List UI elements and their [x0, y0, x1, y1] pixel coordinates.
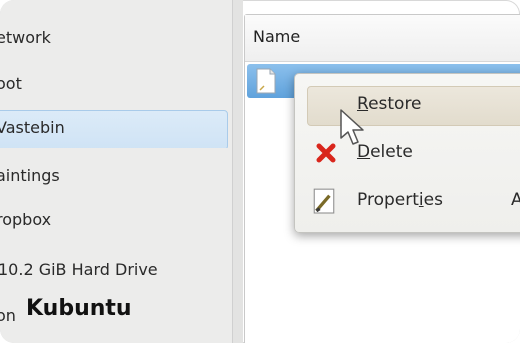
sidebar-item-dropbox[interactable]: ropbox	[0, 200, 232, 240]
sidebar-splitter[interactable]	[232, 0, 243, 343]
places-sidebar: etwork oot Vastebin aintings ropbox 10.2…	[0, 0, 232, 343]
context-menu: Restore Delete Properties A	[294, 73, 520, 233]
menu-item-label: Properties	[357, 190, 443, 210]
sidebar-item-label: 10.2 GiB Hard Drive	[0, 260, 158, 279]
kubuntu-brand-label: Kubuntu	[26, 296, 132, 321]
sidebar-item-root[interactable]: oot	[0, 64, 232, 104]
column-header-label: Name	[253, 27, 301, 46]
dolphin-window: etwork oot Vastebin aintings ropbox 10.2…	[0, 0, 520, 343]
sidebar-item-label: ropbox	[0, 210, 52, 229]
menu-item-label: Restore	[357, 94, 422, 114]
sidebar-item-label: oot	[0, 74, 22, 93]
mouse-pointer-icon	[340, 109, 364, 145]
properties-icon	[313, 188, 335, 214]
delete-icon	[316, 143, 336, 163]
sidebar-item-label: Vastebin	[0, 118, 65, 137]
sidebar-item-label: on	[0, 306, 16, 325]
sidebar-item-label: etwork	[0, 28, 51, 47]
document-icon	[256, 68, 276, 94]
menu-item-properties[interactable]: Properties A	[295, 180, 520, 220]
sidebar-item-paintings[interactable]: aintings	[0, 156, 232, 196]
sidebar-item-wastebin[interactable]: Vastebin	[0, 108, 232, 148]
sidebar-item-label: aintings	[0, 166, 60, 185]
menu-item-restore[interactable]: Restore	[295, 84, 520, 126]
menu-item-delete[interactable]: Delete	[295, 132, 520, 172]
sidebar-item-hard-drive[interactable]: 10.2 GiB Hard Drive	[0, 250, 232, 290]
column-header-name[interactable]: Name	[245, 15, 520, 62]
sidebar-item-network[interactable]: etwork	[0, 18, 232, 58]
menu-item-partial-label: A	[511, 190, 520, 210]
